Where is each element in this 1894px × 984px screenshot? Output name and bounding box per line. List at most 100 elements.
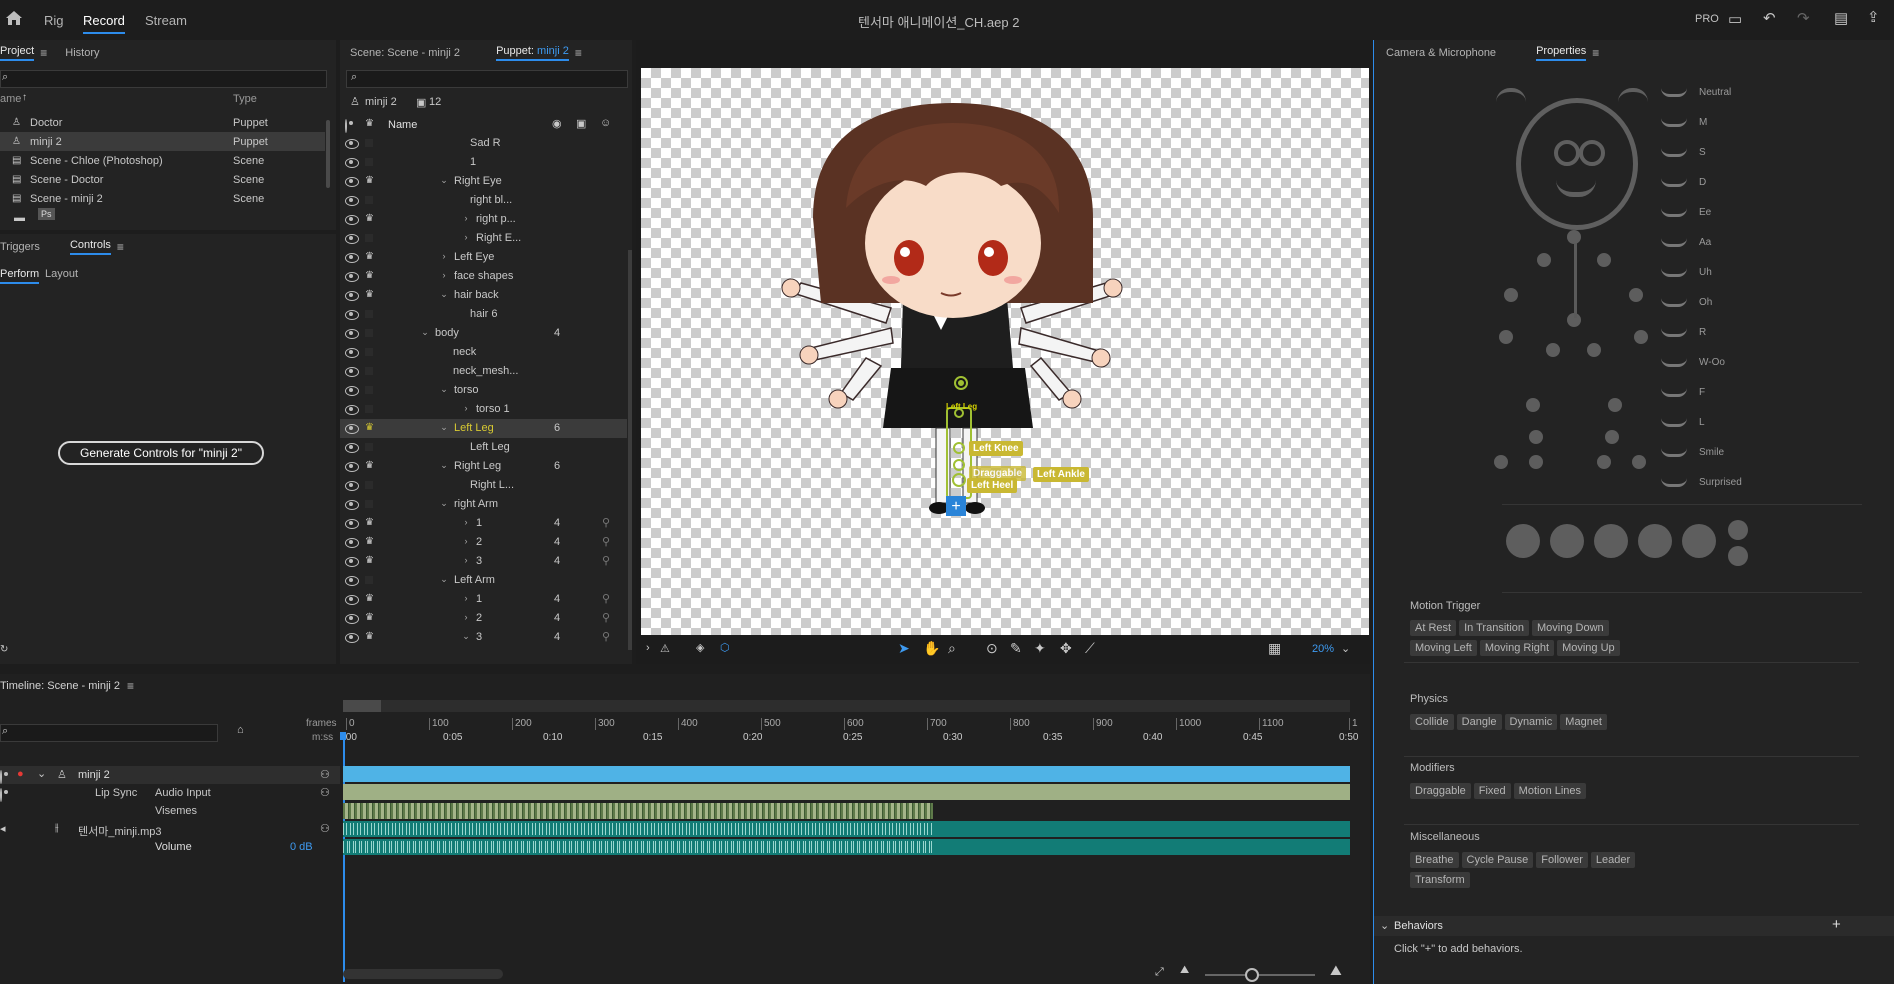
chevron-down-icon[interactable]: ⌄ [1341,642,1350,655]
face-preset-6[interactable] [1728,520,1748,540]
physics-tag[interactable]: Dangle [1456,714,1502,730]
motion-trigger-tag[interactable]: At Rest [1410,620,1457,636]
chevron-down-icon[interactable]: ⌄ [438,498,450,509]
crown-icon[interactable]: ♛ [365,213,374,224]
handle-left-heel[interactable]: Left Heel [967,478,1018,493]
zoom-out-icon[interactable]: ⛰ [1180,964,1189,977]
tab-properties[interactable]: Properties [1536,45,1587,61]
mesh-icon[interactable]: ◈ [696,641,704,654]
record-arm-icon[interactable]: ● [17,768,24,780]
hand-tool-icon[interactable]: ✋ [923,640,940,657]
select-tool-icon[interactable]: ➤ [898,640,910,657]
subtab-perform[interactable]: Perform [0,268,40,284]
modifier-tag[interactable]: Fixed [1473,783,1511,799]
physics-tag[interactable]: Magnet [1560,714,1607,730]
link-icon[interactable]: ⚲ [602,630,610,643]
timeline-hscroll[interactable] [343,969,503,979]
viseme-item[interactable]: F [1661,380,1705,404]
misc-tag[interactable]: Leader [1590,852,1636,868]
viseme-item[interactable]: Surprised [1661,470,1742,494]
tab-triggers[interactable]: Triggers [0,241,40,253]
crown-icon[interactable]: ♛ [365,251,374,262]
viseme-item[interactable]: L [1661,410,1705,434]
timeline-zoom-slider[interactable] [1205,974,1315,976]
chevron-down-icon[interactable]: ⌄ [438,175,450,186]
crown-icon[interactable] [365,158,373,166]
viseme-item[interactable]: W-Oo [1661,350,1725,374]
crown-icon[interactable]: ♛ [365,593,374,604]
redo-icon[interactable]: ↷ [1797,9,1810,27]
eye-icon[interactable] [345,614,359,624]
puppet-layer-row[interactable]: ⌄ torso [340,381,627,400]
puppet-layer-row[interactable]: neck_mesh... [340,362,627,381]
properties-menu-icon[interactable]: ≡ [1592,46,1599,60]
feedback-icon[interactable]: ▤ [1834,9,1848,27]
face-preset-5[interactable] [1682,524,1716,558]
eye-icon[interactable] [345,367,359,377]
bridge-icon[interactable]: ⌂ [237,724,244,736]
viseme-item[interactable]: D [1661,170,1706,194]
eye-icon[interactable] [345,576,359,586]
crown-icon[interactable] [365,234,373,242]
misc-tag[interactable]: Cycle Pause [1461,852,1534,868]
puppet-layer-row[interactable]: ⌄ right Arm [340,495,627,514]
viseme-item[interactable]: Neutral [1661,80,1731,104]
face-preset-2[interactable] [1550,524,1584,558]
viseme-item[interactable]: Uh [1661,260,1712,284]
project-item[interactable]: ▤ Scene - minji 2 Scene [0,189,325,208]
misc-tag[interactable]: Breathe [1410,852,1459,868]
fit-icon[interactable]: ⤢ [1155,966,1164,979]
crown-icon[interactable]: ♛ [365,422,374,433]
puppet-layer-row[interactable]: 1 [340,153,627,172]
home-icon[interactable] [5,10,23,29]
track-header-volume[interactable]: Volume 0 dB [0,838,340,856]
stick-tool-icon[interactable]: ⟋ [1085,640,1095,657]
link-icon[interactable]: ⚲ [602,554,610,567]
crown-icon[interactable]: ♛ [365,612,374,623]
crown-icon[interactable] [365,329,373,337]
link-icon[interactable]: ⚲ [602,516,610,529]
link-icon[interactable]: ⚲ [602,611,610,624]
crown-icon[interactable] [365,443,373,451]
eye-icon[interactable] [345,500,359,510]
tab-puppet[interactable]: Puppet: minji 2 [496,45,569,61]
track-header-lipsync[interactable]: Lip Sync Audio Input ⚇ [0,784,340,802]
puppet-layer-row[interactable]: ♛ ⌄ Right Eye [340,172,627,191]
misc-tag[interactable]: Transform [1410,872,1470,888]
eye-icon[interactable] [345,272,359,282]
eye-icon[interactable] [345,196,359,206]
viseme-item[interactable]: Ee [1661,200,1711,224]
crown-icon[interactable]: ♛ [365,289,374,300]
crown-icon[interactable]: ♛ [365,631,374,642]
layout-icon[interactable]: ▭ [1728,10,1742,28]
eye-icon[interactable] [345,595,359,605]
physics-tag[interactable]: Dynamic [1504,714,1558,730]
scene-canvas[interactable]: + Left Leg Left Knee Draggable Left Ankl… [641,68,1369,635]
timeline-scroll-area[interactable] [343,700,1350,712]
handle-left-knee[interactable]: Left Knee [969,441,1023,456]
chevron-right-icon[interactable]: › [438,270,450,280]
viseme-item[interactable]: R [1661,320,1706,344]
eye-icon[interactable] [345,234,359,244]
tab-record[interactable]: Record [83,13,125,34]
eye-icon[interactable] [0,788,2,802]
time-ruler[interactable]: :00 0:05 0:10 0:15 0:20 0:25 0:30 0:35 0:40 0:45 0… [343,732,1358,746]
playhead-handle[interactable] [340,732,346,740]
crown-icon[interactable] [365,405,373,413]
chevron-right-icon[interactable]: › [460,612,472,622]
camera-icon[interactable]: ▣ [576,117,586,130]
eye-icon[interactable] [345,329,359,339]
puppet-layer-row[interactable]: ♛ ⌄ hair back [340,286,627,305]
face-preset-4[interactable] [1638,524,1672,558]
tab-project[interactable]: Project [0,45,35,61]
puppet-layer-row[interactable]: ♛ › right p... [340,210,627,229]
motion-trigger-tag[interactable]: Moving Up [1557,640,1620,656]
tab-controls[interactable]: Controls [69,239,111,255]
eye-icon[interactable] [345,405,359,415]
share-icon[interactable]: ⇪ [1867,8,1880,26]
crown-icon[interactable] [365,348,373,356]
crown-icon[interactable] [365,481,373,489]
crown-icon[interactable] [365,139,373,147]
puppet-layer-row[interactable]: ♛ › Left Eye [340,248,627,267]
photoshop-badge[interactable]: Ps [38,208,55,220]
